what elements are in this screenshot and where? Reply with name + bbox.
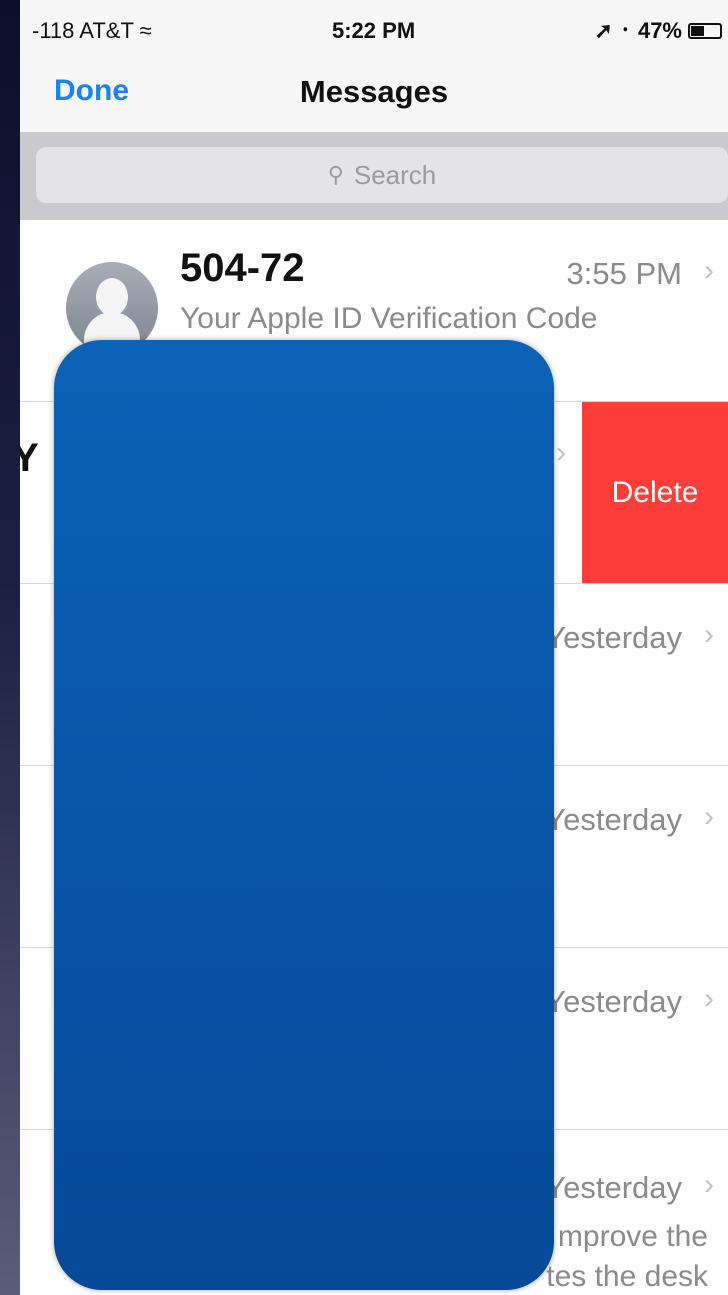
search-input[interactable]: ⚲ Search [36,147,728,203]
chevron-right-icon: › [704,982,714,1015]
message-time: Yesterday [545,802,682,837]
search-area: ⚲ Search [20,132,728,220]
battery-icon [688,23,722,39]
status-right: ➚ ᛫ 47% [594,18,722,44]
sender-name: Y [20,436,39,481]
location-arrow-icon: ➚ [594,18,613,43]
message-time: Yesterday [545,984,682,1019]
search-placeholder: Search [353,159,437,190]
bluetooth-icon: ᛫ [618,18,632,43]
status-time: 5:22 PM [332,18,416,43]
messages-screen: -118 AT&T ≈ 5:22 PM ➚ ᛫ 47% Messages Don… [20,0,728,1295]
chevron-right-icon: › [704,618,714,651]
redaction-overlay [54,340,554,1290]
wifi-icon: ≈ [139,18,152,43]
carrier-label: -118 AT&T ≈ [32,18,152,44]
navigation-bar: Messages Done [20,60,728,132]
sender-name: 504-72 [180,246,305,290]
message-preview: mprove the [557,1220,708,1253]
carrier-text: -118 AT&T [32,18,134,43]
message-preview: Your Apple ID Verification Code [180,302,598,335]
battery-fill [691,26,705,36]
chevron-right-icon: › [704,254,714,287]
message-time: 3:55 PM [566,256,682,291]
message-time: Yesterday [545,1170,682,1205]
status-bar: -118 AT&T ≈ 5:22 PM ➚ ᛫ 47% [20,0,728,60]
delete-button[interactable]: Delete [582,402,728,583]
chevron-right-icon: › [556,436,566,469]
chevron-right-icon: › [704,1168,714,1201]
message-time: Yesterday [545,620,682,655]
chevron-right-icon: › [704,800,714,833]
avatar-head [96,278,128,316]
message-preview-line2: tes the desk [546,1260,708,1293]
battery-percent: 47% [637,18,682,43]
done-button[interactable]: Done [54,74,129,108]
search-icon: ⚲ [327,162,344,187]
